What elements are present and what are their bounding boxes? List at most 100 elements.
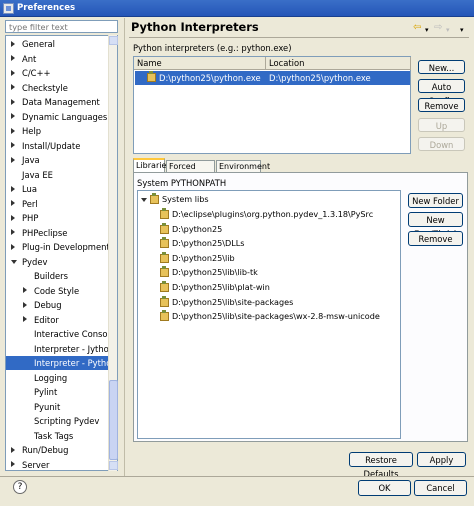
tree-item[interactable]: Logging bbox=[6, 371, 109, 385]
chevron-right-icon[interactable] bbox=[11, 214, 15, 221]
chevron-right-icon[interactable] bbox=[11, 200, 15, 206]
tab-libraries[interactable]: Libraries bbox=[133, 158, 171, 173]
tree-item[interactable]: C/C++ bbox=[6, 66, 109, 80]
chevron-down-icon[interactable] bbox=[11, 259, 17, 264]
tree-item[interactable]: Dynamic Languages bbox=[6, 110, 109, 124]
tree-item[interactable]: Scripting Pydev bbox=[6, 414, 109, 428]
tree-item[interactable]: Interpreter - Jython bbox=[6, 342, 114, 356]
library-path-item[interactable]: D:\python25\DLLs bbox=[172, 236, 245, 250]
tree-item[interactable]: Interactive Console bbox=[6, 327, 115, 341]
chevron-right-icon[interactable] bbox=[11, 142, 15, 148]
library-folder-icon bbox=[160, 222, 169, 234]
tree-item[interactable]: Perl bbox=[6, 197, 109, 211]
chevron-right-icon[interactable] bbox=[23, 316, 27, 322]
library-folder-icon bbox=[160, 208, 169, 219]
forward-menu-icon[interactable]: ▾ bbox=[446, 25, 450, 35]
auto-config-button[interactable]: Auto Config bbox=[418, 79, 465, 106]
tree-item[interactable]: Builders bbox=[6, 269, 109, 283]
cancel-button[interactable]: Cancel bbox=[414, 480, 467, 496]
new-interpreter-button[interactable]: New... bbox=[418, 60, 465, 74]
tree-item[interactable]: Editor bbox=[6, 313, 109, 327]
down-button[interactable]: Down bbox=[418, 137, 465, 151]
tree-item[interactable]: Server bbox=[6, 458, 109, 471]
tree-item[interactable]: Pyunit bbox=[6, 400, 109, 414]
tree-item[interactable]: Pylint bbox=[6, 385, 109, 399]
chevron-right-icon[interactable] bbox=[11, 156, 15, 163]
tree-item-label: Pyunit bbox=[34, 401, 61, 412]
view-menu-icon[interactable]: ▾ bbox=[460, 25, 464, 35]
ok-button[interactable]: OK bbox=[358, 480, 411, 496]
up-button[interactable]: Up bbox=[418, 118, 465, 132]
tree-item[interactable]: Ant bbox=[6, 52, 109, 66]
interpreters-table[interactable]: Name Location D:\python25\python.exe D:\… bbox=[133, 56, 411, 154]
column-header-name[interactable]: Name bbox=[134, 57, 266, 70]
tree-item[interactable]: Debug bbox=[6, 298, 109, 312]
tree-item[interactable]: Plug-in Development bbox=[6, 240, 110, 254]
tree-item[interactable]: Task Tags bbox=[6, 429, 109, 443]
chevron-right-icon[interactable] bbox=[11, 446, 15, 453]
preferences-tree[interactable]: General Ant C/C++ Checkstyle Data Management… bbox=[5, 35, 118, 471]
tab-environment[interactable]: Environment bbox=[216, 160, 270, 172]
new-egg-zip-button[interactable]: New Egg/Zip(s) bbox=[408, 212, 463, 239]
system-libs-node[interactable]: System libs bbox=[162, 192, 209, 206]
interpreters-label: Python interpreters (e.g.: python.exe) bbox=[133, 43, 292, 53]
chevron-right-icon[interactable] bbox=[11, 55, 15, 61]
scroll-up-arrow[interactable] bbox=[109, 36, 118, 45]
table-row[interactable]: D:\python25\python.exe D:\python25\pytho… bbox=[135, 71, 410, 85]
tree-item[interactable]: Code Style bbox=[6, 284, 109, 298]
filter-input[interactable] bbox=[5, 20, 118, 33]
tree-item[interactable]: Install/Update bbox=[6, 139, 109, 153]
back-arrow-icon[interactable]: ⇦ bbox=[413, 23, 421, 33]
tree-item[interactable]: Help bbox=[6, 124, 109, 138]
chevron-right-icon[interactable] bbox=[23, 301, 27, 308]
tab-forced-builtins[interactable]: Forced Builtins bbox=[166, 160, 215, 183]
tree-item[interactable]: PHPeclipse bbox=[6, 226, 109, 240]
tree-item[interactable]: Lua bbox=[6, 182, 109, 196]
library-path-item[interactable]: D:\python25\lib\site-packages\wx-2.8-msw… bbox=[172, 309, 380, 323]
library-path-item[interactable]: D:\python25\lib\plat-win bbox=[172, 280, 270, 294]
tree-item[interactable]: PHP bbox=[6, 211, 109, 225]
scroll-down-arrow[interactable] bbox=[109, 461, 118, 470]
column-header-location[interactable]: Location bbox=[266, 57, 411, 70]
chevron-right-icon[interactable] bbox=[11, 461, 15, 467]
library-path-item[interactable]: D:\python25\lib\lib-tk bbox=[172, 265, 258, 279]
tree-item-label: Run/Debug bbox=[22, 445, 69, 455]
tree-item-label: Checkstyle bbox=[22, 82, 68, 93]
chevron-right-icon[interactable] bbox=[23, 287, 27, 293]
chevron-right-icon[interactable] bbox=[11, 229, 15, 235]
library-path-item[interactable]: D:\python25 bbox=[172, 222, 222, 236]
tree-item[interactable]: Pydev bbox=[6, 255, 109, 269]
pythonpath-tree[interactable]: System libs D:\eclipse\plugins\org.pytho… bbox=[137, 190, 401, 439]
restore-defaults-button[interactable]: Restore Defaults bbox=[349, 452, 413, 479]
chevron-down-icon[interactable] bbox=[141, 198, 147, 202]
chevron-right-icon[interactable] bbox=[11, 69, 15, 76]
chevron-right-icon[interactable] bbox=[11, 127, 15, 134]
chevron-right-icon[interactable] bbox=[11, 113, 15, 119]
tree-item[interactable]: Java bbox=[6, 153, 109, 167]
chevron-right-icon[interactable] bbox=[11, 185, 15, 192]
library-path-item[interactable]: D:\eclipse\plugins\org.python.pydev_1.3.… bbox=[172, 207, 373, 221]
tree-item[interactable]: Checkstyle bbox=[6, 81, 109, 95]
tree-scrollbar[interactable] bbox=[108, 35, 118, 471]
scroll-thumb[interactable] bbox=[109, 380, 118, 460]
library-path-item[interactable]: D:\python25\lib\site-packages bbox=[172, 295, 293, 309]
tree-item[interactable]: Java EE bbox=[6, 168, 109, 182]
chevron-right-icon[interactable] bbox=[11, 84, 15, 90]
apply-button[interactable]: Apply bbox=[417, 452, 466, 467]
remove-interpreter-button[interactable]: Remove bbox=[418, 98, 465, 112]
tree-item[interactable]: Interpreter - Python bbox=[6, 356, 117, 370]
help-icon[interactable]: ? bbox=[13, 480, 27, 494]
forward-arrow-icon[interactable]: ⇨ bbox=[434, 23, 442, 33]
library-path-item[interactable]: D:\python25\lib bbox=[172, 251, 235, 265]
pane-divider[interactable] bbox=[124, 18, 125, 476]
tree-item[interactable]: Run/Debug bbox=[6, 443, 109, 457]
chevron-right-icon[interactable] bbox=[11, 98, 15, 105]
tree-item[interactable]: Data Management bbox=[6, 95, 109, 109]
chevron-right-icon[interactable] bbox=[11, 243, 15, 250]
new-folder-button[interactable]: New Folder bbox=[408, 193, 463, 208]
back-menu-icon[interactable]: ▾ bbox=[425, 25, 429, 35]
tree-item[interactable]: General bbox=[6, 37, 109, 51]
remove-library-button[interactable]: Remove bbox=[408, 231, 463, 246]
chevron-right-icon[interactable] bbox=[11, 40, 15, 47]
tree-item-label: Debug bbox=[34, 300, 62, 310]
